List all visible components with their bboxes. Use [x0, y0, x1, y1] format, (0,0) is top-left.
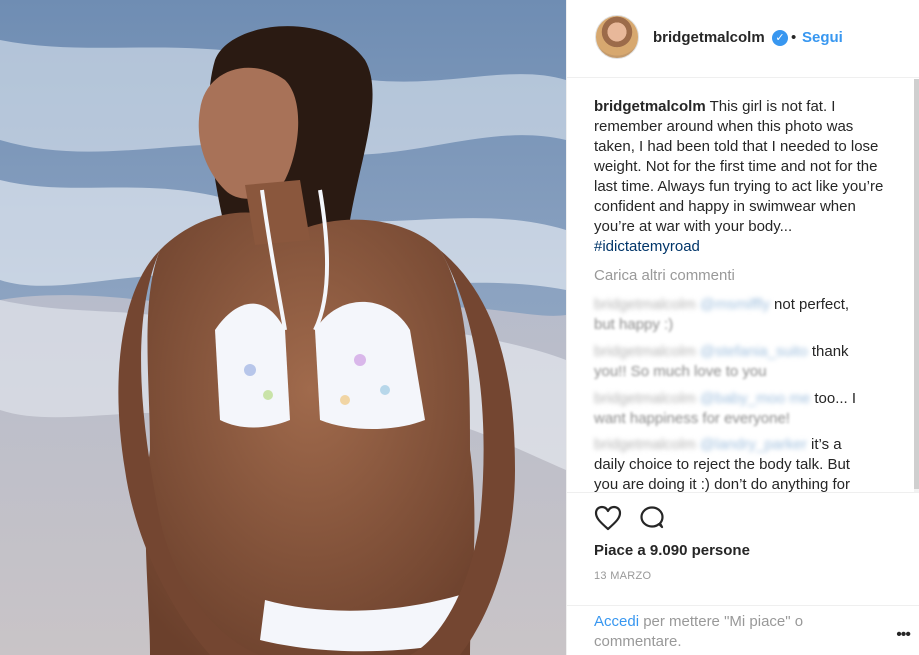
post-side-panel: bridgetmalcolm ✓ • Segui bridgetmalcolm …: [566, 0, 919, 655]
post-header: bridgetmalcolm ✓ • Segui: [567, 0, 919, 78]
login-link[interactable]: Accedi: [594, 613, 639, 630]
comment-username[interactable]: bridgetmalcolm: [594, 296, 696, 313]
comment-username[interactable]: bridgetmalcolm: [594, 343, 696, 360]
comment-username[interactable]: bridgetmalcolm: [594, 436, 696, 453]
post-actions: Piace a 9.090 persone 13 MARZO: [567, 492, 919, 605]
caption-username[interactable]: bridgetmalcolm: [594, 98, 706, 115]
comment-text: thank: [811, 343, 849, 360]
load-more-comments-button[interactable]: Carica altri commenti: [594, 267, 735, 284]
comment-mention[interactable]: @landry_parker: [700, 436, 807, 453]
comment-mention[interactable]: @baby_moo me: [700, 390, 810, 407]
comments-scrollbar[interactable]: [914, 79, 919, 492]
post-photo[interactable]: [0, 0, 566, 655]
follow-button[interactable]: Segui: [802, 29, 843, 46]
comment-icon[interactable]: [637, 503, 667, 533]
login-prompt-text: Accedi per mettere "Mi piace" o commenta…: [594, 612, 844, 652]
comment-text: it’s a: [811, 436, 842, 453]
likes-count[interactable]: Piace a 9.090 persone: [594, 542, 750, 559]
comment-text-continued: daily choice to reject the body talk. Bu…: [594, 456, 850, 473]
comment-item: bridgetmalcolm @landry_parker it’s a dai…: [594, 435, 884, 492]
comment-text-continued: you!! So much love to you: [594, 363, 767, 380]
post-caption: bridgetmalcolm This girl is not fat. I r…: [594, 97, 884, 257]
comment-mention[interactable]: @stefania_suito: [700, 343, 808, 360]
post-date[interactable]: 13 MARZO: [594, 570, 651, 582]
avatar[interactable]: [595, 15, 639, 59]
more-options-icon[interactable]: •••: [896, 626, 911, 644]
comment-text-continued: you are doing it :) don’t do anything fo…: [594, 476, 850, 492]
comment-username[interactable]: bridgetmalcolm: [594, 390, 696, 407]
verified-badge-icon: ✓: [772, 30, 788, 46]
comment-mention[interactable]: @msmiffly: [700, 296, 770, 313]
separator-dot: •: [791, 29, 797, 46]
comment-text-continued: want happiness for everyone!: [594, 410, 790, 427]
username-link[interactable]: bridgetmalcolm: [653, 29, 765, 46]
comment-text: too... I: [814, 390, 857, 407]
caption-text: This girl is not fat. I remember around …: [594, 98, 884, 235]
comments-list[interactable]: bridgetmalcolm This girl is not fat. I r…: [567, 79, 919, 492]
comment-item: bridgetmalcolm @baby_moo me too... I wan…: [594, 389, 884, 429]
comment-text: not perfect,: [774, 296, 850, 313]
comment-text-continued: but happy :): [594, 316, 674, 333]
scrollbar-thumb[interactable]: [914, 79, 919, 489]
photo-illustration: [0, 0, 566, 655]
caption-hashtag[interactable]: #idictatemyroad: [594, 238, 700, 255]
heart-icon[interactable]: [593, 503, 623, 533]
login-prompt: Accedi per mettere "Mi piace" o commenta…: [567, 605, 919, 655]
comment-item: bridgetmalcolm @stefania_suito thank you…: [594, 342, 884, 382]
comment-item: bridgetmalcolm @msmiffly not perfect, bu…: [594, 295, 884, 335]
